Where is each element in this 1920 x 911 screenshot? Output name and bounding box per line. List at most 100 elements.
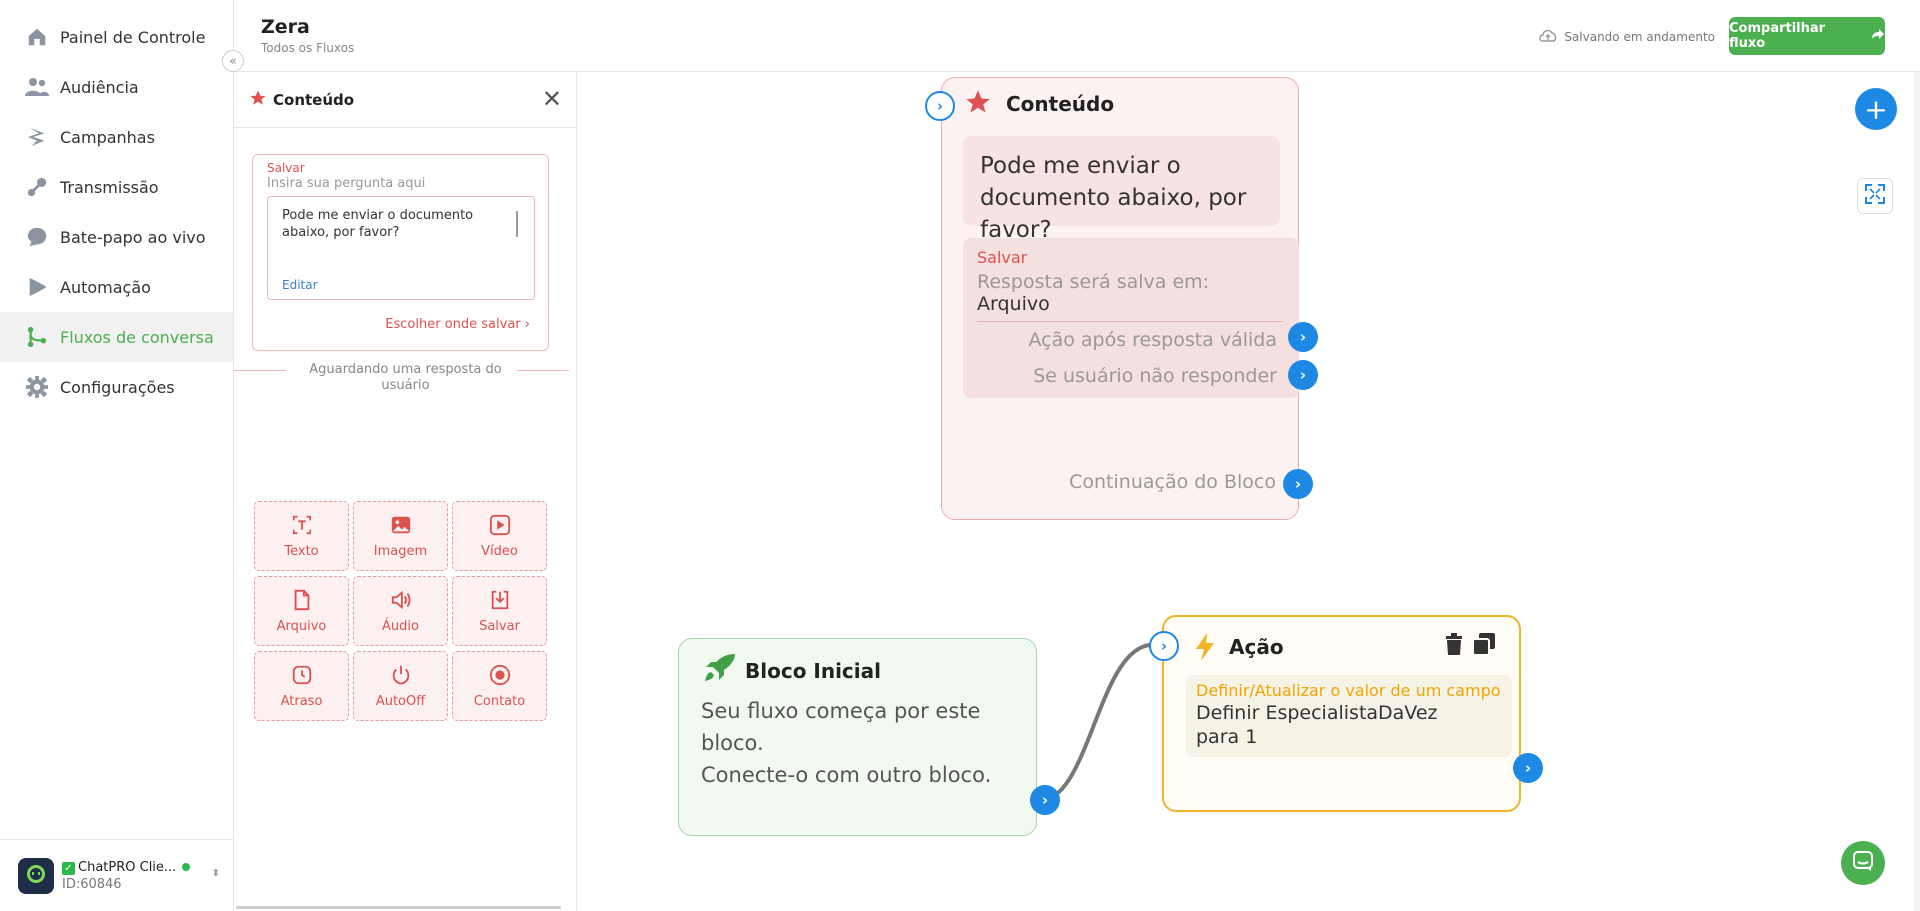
tile-label: Texto	[284, 543, 319, 559]
contact-icon	[489, 664, 511, 690]
divider	[517, 370, 569, 371]
chat-bubble-icon	[1852, 850, 1874, 876]
page-title: Zera	[261, 16, 310, 38]
action-node-title: Ação	[1229, 635, 1284, 659]
online-status-icon	[182, 862, 191, 871]
tile-salvar[interactable]: Salvar	[452, 576, 547, 646]
sidebar-item-label: Audiência	[60, 77, 139, 97]
content-panel: Conteúdo ✕ Salvar Insira sua pergunta aq…	[234, 72, 577, 911]
updown-chevron-icon[interactable]: ⬍	[212, 868, 220, 879]
tile-atraso[interactable]: Atraso	[254, 651, 349, 721]
chat-icon	[25, 225, 49, 249]
sidebar-item-label: Campanhas	[60, 127, 155, 147]
no-response-output-port[interactable]: ›	[1288, 360, 1318, 390]
continuation-label: Continuação do Bloco	[1069, 471, 1276, 493]
action-field-label: Definir/Atualizar o valor de um campo	[1196, 681, 1501, 700]
panel-horizontal-scrollbar[interactable]	[236, 906, 561, 909]
content-node-title-text: Conteúdo	[1006, 92, 1115, 116]
textarea-scrollbar[interactable]	[516, 211, 518, 237]
tile-label: Atraso	[280, 693, 323, 709]
text-icon	[291, 514, 313, 540]
breadcrumb[interactable]: Todos os Fluxos	[261, 41, 354, 55]
add-block-button[interactable]: +	[1855, 88, 1897, 130]
start-node[interactable]: Bloco Inicial Seu fluxo começa por este …	[678, 638, 1037, 836]
account-name: ChatPRO Clie...	[78, 859, 177, 875]
sidebar-item-campanhas[interactable]: Campanhas	[0, 112, 233, 162]
divider	[977, 321, 1283, 322]
collapse-sidebar-button[interactable]: «	[222, 50, 244, 72]
continuation-output-port[interactable]: ›	[1283, 469, 1313, 499]
rocket-icon	[703, 653, 737, 687]
tile-label: Imagem	[373, 543, 428, 559]
users-icon	[25, 75, 49, 99]
sidebar-item-label: Fluxos de conversa	[60, 327, 214, 347]
tile-autooff[interactable]: AutoOff	[353, 651, 448, 721]
image-icon	[390, 514, 412, 540]
start-node-description: Seu fluxo começa por este bloco. Conecte…	[701, 695, 1036, 791]
tile-audio[interactable]: Áudio	[353, 576, 448, 646]
verified-icon: ✓	[62, 861, 75, 875]
content-node-message: Pode me enviar o documento abaixo, por f…	[963, 136, 1280, 243]
start-node-desc-1: Seu fluxo começa por este bloco.	[701, 699, 981, 755]
start-node-output-port[interactable]: ›	[1030, 785, 1060, 815]
sidebar-list: Painel de Controle Audiência Campanhas T…	[0, 0, 233, 412]
support-chat-button[interactable]	[1841, 841, 1885, 885]
sidebar-item-configuracoes[interactable]: Configurações	[0, 362, 233, 412]
sidebar-item-fluxos[interactable]: Fluxos de conversa	[0, 312, 233, 362]
clock-icon	[291, 664, 313, 690]
fit-screen-button[interactable]	[1857, 178, 1893, 214]
save-label: Salvar	[977, 248, 1028, 267]
after-valid-output-port[interactable]: ›	[1288, 322, 1318, 352]
content-node-input-port[interactable]: ›	[925, 91, 955, 121]
saving-status: Salvando em andamento	[1538, 27, 1715, 46]
tile-texto[interactable]: Texto	[254, 501, 349, 571]
bolt-icon	[25, 125, 49, 149]
broadcast-icon	[25, 175, 49, 199]
tile-label: AutoOff	[375, 693, 426, 709]
save-label: Salvar	[267, 161, 305, 175]
share-arrow-icon	[1871, 28, 1885, 44]
tile-contato[interactable]: Contato	[452, 651, 547, 721]
action-node[interactable]: Ação Definir/Atualizar o valor de um cam…	[1162, 615, 1521, 812]
tile-imagem[interactable]: Imagem	[353, 501, 448, 571]
fullscreen-icon	[1865, 184, 1885, 208]
tile-video[interactable]: Vídeo	[452, 501, 547, 571]
sidebar-item-batepapo[interactable]: Bate-papo ao vivo	[0, 212, 233, 262]
tile-label: Vídeo	[481, 543, 518, 559]
sidebar-item-audiencia[interactable]: Audiência	[0, 62, 233, 112]
sidebar-item-label: Automação	[60, 277, 151, 297]
account-info: ✓ ChatPRO Clie... ID:60846	[62, 859, 191, 893]
edit-link[interactable]: Editar	[282, 277, 318, 294]
account-switcher[interactable]: ✓ ChatPRO Clie... ID:60846 ⬍	[0, 839, 234, 911]
app: Painel de Controle Audiência Campanhas T…	[0, 0, 1920, 911]
question-textarea[interactable]: Pode me enviar o documento abaixo, por f…	[267, 196, 535, 300]
saving-text: Salvando em andamento	[1564, 29, 1715, 44]
content-node[interactable]: Conteúdo Pode me enviar o documento abai…	[941, 77, 1299, 520]
choose-save-label: Escolher onde salvar	[385, 317, 521, 332]
tile-label: Áudio	[382, 618, 419, 634]
question-placeholder: Insira sua pergunta aqui	[267, 176, 426, 191]
page-vertical-scrollbar[interactable]	[1914, 72, 1920, 911]
panel-title: Conteúdo	[273, 90, 355, 109]
saved-value: Arquivo	[977, 293, 1050, 315]
sidebar-item-transmissao[interactable]: Transmissão	[0, 162, 233, 212]
duplicate-icon[interactable]	[1472, 633, 1495, 659]
share-flow-button[interactable]: Compartilhar fluxo	[1729, 17, 1885, 55]
sidebar-item-automacao[interactable]: Automação	[0, 262, 233, 312]
video-icon	[489, 514, 511, 540]
tile-arquivo[interactable]: Arquivo	[254, 576, 349, 646]
content-node-save: Salvar Resposta será salva em: Arquivo A…	[963, 238, 1299, 398]
trash-icon[interactable]	[1445, 633, 1463, 659]
action-node-tools	[1445, 633, 1495, 659]
sidebar-item-painel[interactable]: Painel de Controle	[0, 12, 233, 62]
close-icon[interactable]: ✕	[542, 87, 562, 111]
action-node-input-port[interactable]: ›	[1149, 631, 1179, 661]
choose-save-link[interactable]: Escolher onde salvar ›	[385, 317, 530, 332]
star-icon	[249, 89, 267, 111]
action-value-2: para 1	[1196, 726, 1258, 748]
tile-label: Salvar	[479, 618, 520, 634]
download-icon	[489, 589, 511, 615]
sidebar: Painel de Controle Audiência Campanhas T…	[0, 0, 234, 911]
action-node-output-port[interactable]: ›	[1513, 753, 1543, 783]
sidebar-item-label: Transmissão	[60, 177, 159, 197]
